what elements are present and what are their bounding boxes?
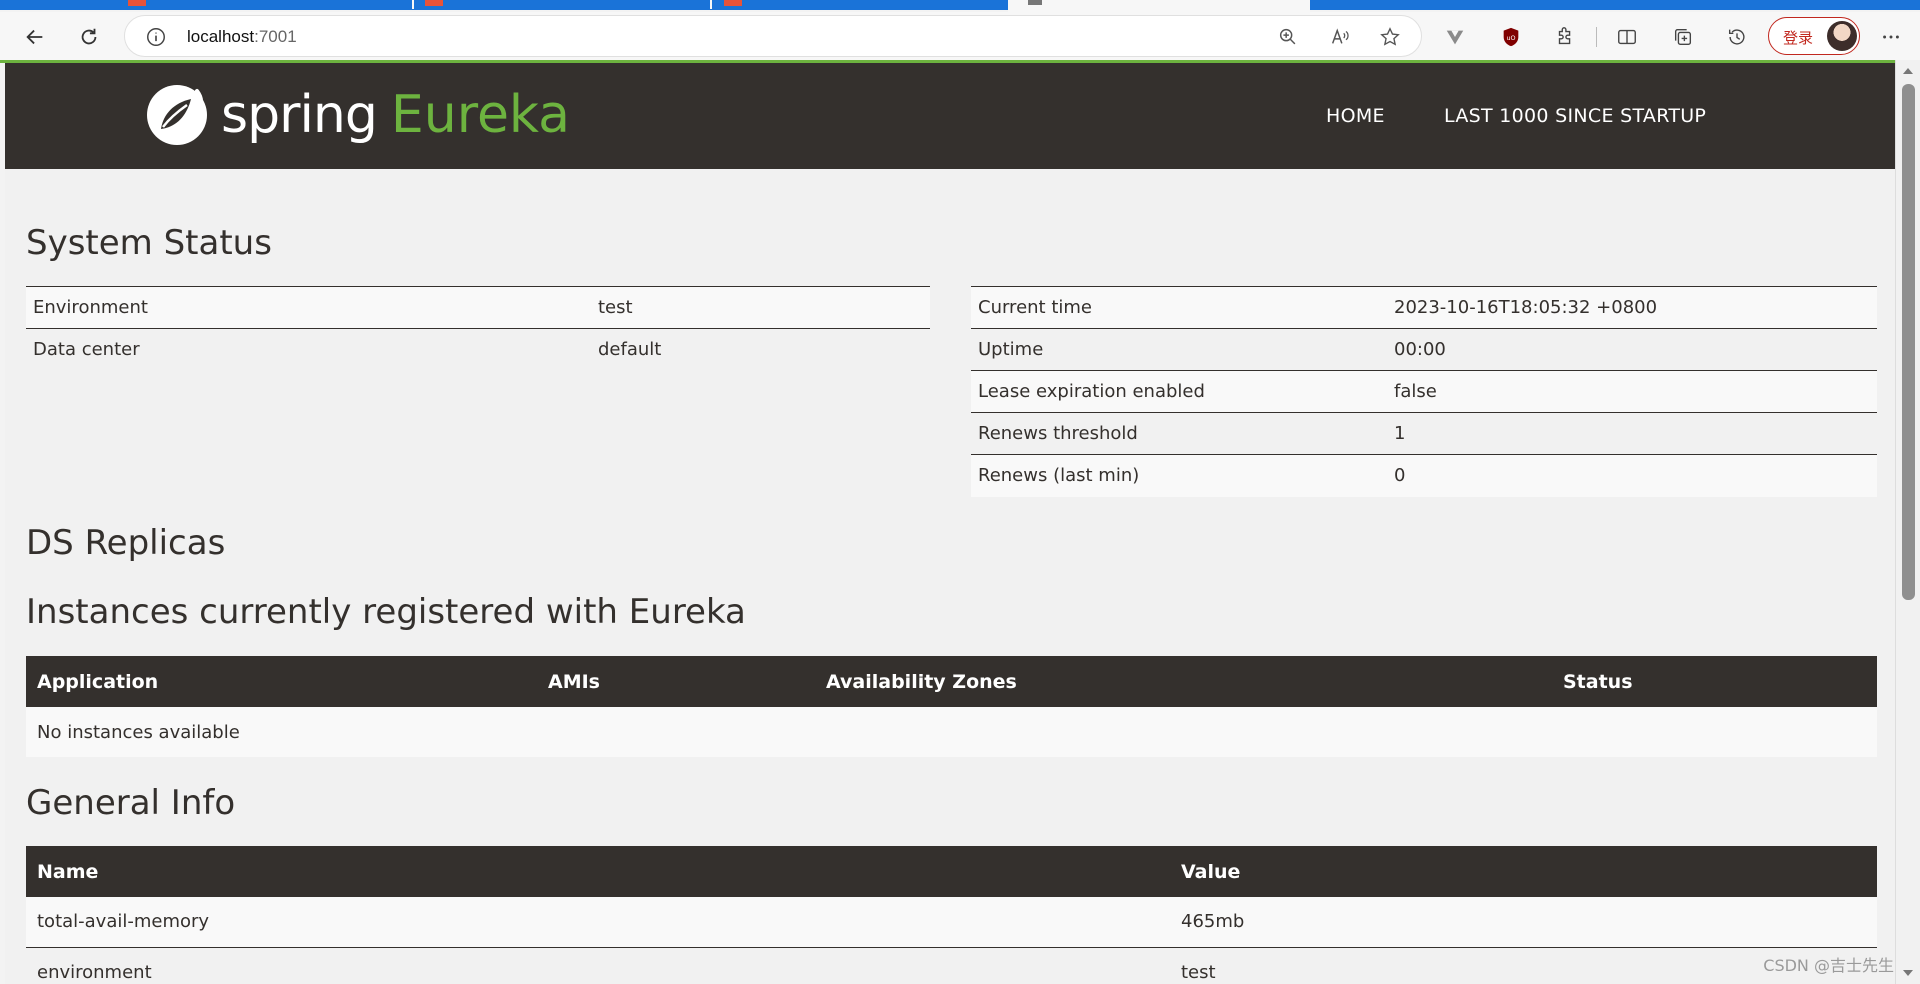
svg-text:uO: uO [1506,34,1515,42]
tab-favicon-icon [425,0,443,6]
status-label: Uptime [971,328,1387,371]
url-host: localhost [187,27,255,46]
history-icon [1728,29,1745,45]
status-label: Environment [26,286,591,329]
collections-icon [1674,28,1692,46]
url-port: :7001 [254,27,297,46]
status-label: Renews threshold [971,412,1387,455]
browser-tab-inactive[interactable] [0,0,1008,10]
scroll-up-arrow-icon[interactable] [1903,68,1913,74]
status-value: test [591,286,930,329]
page-scrollbar[interactable] [1895,60,1920,984]
status-label: Renews (last min) [971,454,1387,497]
extension-button[interactable] [1438,20,1472,54]
status-value: 2023-10-16T18:05:32 +0800 [1387,286,1877,329]
user-avatar [1827,21,1857,51]
more-menu-button[interactable] [1874,20,1908,54]
status-value: default [591,328,930,371]
extensions-button[interactable] [1548,20,1582,54]
browser-toolbar: localhost:7001 uO 登录 [0,12,1920,60]
vue-devtools-icon [1446,30,1464,45]
table-row: environment test [26,946,1877,984]
tab-favicon-icon [724,0,742,6]
status-value: false [1387,370,1877,413]
browser-tab-active[interactable] [1008,0,1310,12]
col-name: Name [26,846,1170,897]
tab-favicon-icon [128,0,146,6]
history-button[interactable] [1720,20,1754,54]
brand-spring: spring [221,85,378,145]
status-label: Lease expiration enabled [971,370,1387,413]
csdn-watermark: CSDN @吉士先生 [1763,956,1894,975]
info-name: environment [26,946,1170,984]
reload-button[interactable] [72,20,106,54]
split-screen-button[interactable] [1610,20,1644,54]
col-application: Application [26,656,537,707]
collections-button[interactable] [1666,20,1700,54]
puzzle-icon [1558,27,1571,45]
status-value: 00:00 [1387,328,1877,371]
reload-icon [81,28,97,45]
eureka-dashboard: spring Eureka HOME LAST 1000 SINCE START… [5,63,1895,984]
back-button[interactable] [18,20,52,54]
scroll-down-arrow-icon[interactable] [1903,970,1913,976]
status-label: Current time [971,286,1387,329]
ublock-extension-button[interactable]: uO [1494,20,1528,54]
table-row: Renews (last min) 0 [971,454,1877,497]
login-label: 登录 [1783,29,1814,47]
table-header-row: Application AMIs Availability Zones Stat… [26,656,1877,707]
login-button[interactable]: 登录 [1768,17,1860,55]
toolbar-divider [1594,20,1598,54]
ublock-shield-icon: uO [1503,27,1519,47]
nav-last-1000-link[interactable]: LAST 1000 SINCE STARTUP [1444,105,1706,127]
zoom-icon[interactable] [1277,26,1299,48]
table-row: Current time 2023-10-16T18:05:32 +0800 [971,286,1877,329]
scroll-thumb[interactable] [1902,84,1915,600]
ds-replicas-heading: DS Replicas [26,523,226,563]
table-row: Uptime 00:00 [971,328,1877,371]
system-status-heading: System Status [26,223,272,263]
favorite-star-icon[interactable] [1379,26,1401,48]
table-row: total-avail-memory 465mb [26,897,1877,947]
col-status: Status [1552,656,1877,707]
table-row: Data center default [26,328,930,371]
table-row: No instances available [26,707,1877,757]
info-name: total-avail-memory [26,897,1170,947]
address-url[interactable]: localhost:7001 [187,27,297,47]
instances-heading: Instances currently registered with Eure… [26,592,746,632]
col-amis: AMIs [537,656,815,707]
general-info-heading: General Info [26,783,236,823]
tab-divider [412,0,414,9]
table-row: Lease expiration enabled false [971,370,1877,413]
address-bar[interactable]: localhost:7001 [124,15,1422,57]
system-status-right-table: Current time 2023-10-16T18:05:32 +0800 U… [971,286,1877,497]
browser-tab-strip [0,0,1920,12]
site-info-icon[interactable] [145,26,167,48]
spring-leaf-icon [147,85,207,145]
instances-table: Application AMIs Availability Zones Stat… [26,656,1877,757]
tab-divider [710,0,712,9]
col-availability-zones: Availability Zones [815,656,1552,707]
nav-home-link[interactable]: HOME [1326,105,1385,127]
info-value: 465mb [1170,897,1877,947]
status-label: Data center [26,328,591,371]
top-navbar: spring Eureka HOME LAST 1000 SINCE START… [5,63,1895,169]
brand-eureka: Eureka [390,85,570,145]
table-row: Renews threshold 1 [971,412,1877,455]
system-status-left-table: Environment test Data center default [26,286,930,371]
status-value: 0 [1387,454,1877,497]
more-dots-icon [1883,35,1899,39]
back-arrow-icon [26,29,43,45]
status-value: 1 [1387,412,1877,455]
tab-favicon-icon [1028,0,1042,5]
browser-tab-inactive[interactable] [1310,0,1920,10]
no-instances-message: No instances available [26,707,1877,757]
table-row: Environment test [26,286,930,329]
general-info-table: Name Value total-avail-memory 465mb envi… [26,846,1877,984]
split-screen-icon [1618,29,1636,45]
table-header-row: Name Value [26,846,1877,897]
col-value: Value [1170,846,1877,897]
read-aloud-icon[interactable] [1329,26,1351,48]
spring-eureka-logo[interactable]: spring Eureka [145,81,570,149]
